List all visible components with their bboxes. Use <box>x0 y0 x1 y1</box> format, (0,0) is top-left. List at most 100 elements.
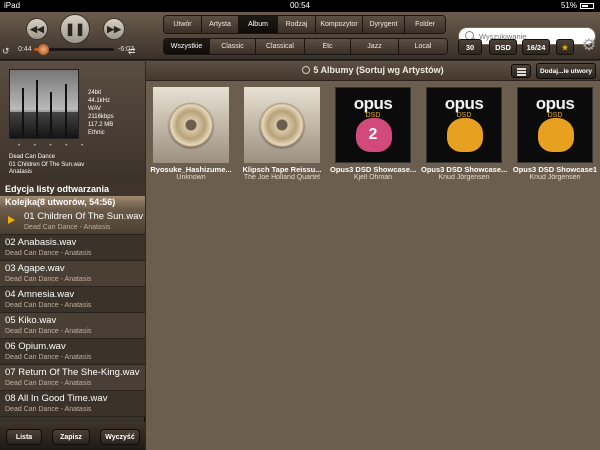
track-title: 04 Amnesia.wav <box>5 289 75 300</box>
album-tile[interactable]: opus DSD 2 Opus3 DSD Showcase... Kjell Ö… <box>330 87 416 181</box>
cover-figure <box>447 118 483 152</box>
remaining-time: -6:07 <box>118 46 134 53</box>
seek-slider[interactable] <box>34 44 114 55</box>
tab-dyrygent[interactable]: Dyrygent <box>363 16 405 33</box>
album-tile[interactable]: opus DSD Opus3 DSD Showcase... Knud Jörg… <box>421 87 507 181</box>
clock: 00:54 <box>289 1 311 10</box>
album-name: Opus3 DSD Showcase... <box>421 165 507 174</box>
list-item[interactable]: 06 Opium.wav Dead Can Dance - Anatasis <box>0 339 145 365</box>
list-button[interactable]: Lista <box>6 429 42 445</box>
album-artist: Unknown <box>176 174 206 181</box>
filter-tabs: Wszystkie Classic Classical Etc Jazz Loc… <box>163 38 448 55</box>
filter-all[interactable]: Wszystkie <box>164 39 210 54</box>
album-name: Opus3 DSD Showcase... <box>330 165 416 174</box>
now-playing-artist: Dead Can Dance <box>9 154 56 160</box>
battery-indicator: 51% <box>561 0 594 12</box>
list-view-icon <box>517 68 526 70</box>
meta-bitrate: 2116kbps <box>88 114 114 120</box>
track-title: 03 Agape.wav <box>5 263 65 274</box>
rating-stars[interactable]: • • • • • <box>18 143 89 149</box>
album-name: Ryosuke_Hashizume... <box>150 165 232 174</box>
previous-icon: ◀◀ <box>30 23 44 34</box>
star-icon: ★ <box>561 42 569 52</box>
now-playing-album: Anatasis <box>9 169 33 175</box>
track-title: 07 Return Of The She-King.wav <box>5 367 140 378</box>
settings-gear-icon[interactable]: ⚙ <box>581 38 597 54</box>
tab-folder[interactable]: Folder <box>405 16 445 33</box>
repeat-icon[interactable]: ↺ <box>2 46 10 57</box>
status-bar: iPad 00:54 51% <box>0 0 600 12</box>
list-item[interactable]: 08 All In Good Time.wav Dead Can Dance -… <box>0 391 145 417</box>
playlist-panel: 24bit 44.1kHz WAV 2116kbps 117.2 MB Ethn… <box>0 61 145 450</box>
filter-jazz[interactable]: Jazz <box>351 39 399 54</box>
cover-title: opus <box>535 94 575 113</box>
filter-etc[interactable]: Etc <box>305 39 351 54</box>
track-subtitle: Dead Can Dance - Anatasis <box>5 302 92 309</box>
track-title: 02 Anabasis.wav <box>5 237 77 248</box>
album-browser: 5 Albumy (Sortuj wg Artystów) Dodaj...ie… <box>146 61 600 450</box>
list-item[interactable]: 02 Anabasis.wav Dead Can Dance - Anatasi… <box>0 235 145 261</box>
tab-kompozytor[interactable]: Kompozytor <box>316 16 363 33</box>
track-meta: 24bit 44.1kHz WAV 2116kbps 117.2 MB Ethn… <box>88 89 114 137</box>
album-cover[interactable] <box>9 69 79 139</box>
bitdepth-filter-button[interactable]: 16/24 <box>522 39 550 55</box>
tab-album[interactable]: Album <box>239 16 278 33</box>
cover-title: opus <box>444 94 484 113</box>
track-subtitle: Dead Can Dance - Anatasis <box>5 250 92 257</box>
track-subtitle: Dead Can Dance - Anatasis <box>5 328 92 335</box>
cover-subtitle: DSD <box>456 112 472 119</box>
album-tile[interactable]: Ryosuke_Hashizume... Unknown <box>148 87 234 181</box>
tab-artysta[interactable]: Artysta <box>202 16 239 33</box>
filter-classical[interactable]: Classical <box>256 39 305 54</box>
track-title: 01 Children Of The Sun.wav <box>24 211 144 222</box>
favorites-star-button[interactable]: ★ <box>556 39 574 55</box>
pause-icon: ❚❚ <box>64 22 86 36</box>
count-chip[interactable]: 30 <box>458 39 482 55</box>
previous-button[interactable]: ◀◀ <box>26 18 48 40</box>
cd-icon <box>260 103 304 147</box>
add-tracks-button[interactable]: Dodaj...ie utwory <box>536 63 596 79</box>
list-item[interactable]: 05 Kiko.wav Dead Can Dance - Anatasis <box>0 313 145 339</box>
album-tile[interactable]: Klipsch Tape Reissu... The Joe Holland Q… <box>239 87 325 181</box>
album-count-title: 5 Albumy (Sortuj wg Artystów) <box>313 65 444 75</box>
pause-button[interactable]: ❚❚ <box>60 14 90 44</box>
dsd-filter-button[interactable]: DSD <box>489 39 517 55</box>
cd-icon <box>169 103 213 147</box>
track-subtitle: Dead Can Dance - Anatasis <box>5 354 92 361</box>
meta-filesize: 117.2 MB <box>88 122 114 128</box>
track-title: 05 Kiko.wav <box>5 315 57 326</box>
meta-genre: Ethnic <box>88 130 105 136</box>
cover-figure <box>538 118 574 152</box>
meta-bitdepth: 24bit <box>88 90 102 96</box>
album-name: Klipsch Tape Reissu... <box>242 165 322 174</box>
playlist-edit-header[interactable]: Edycja listy odtwarzania <box>0 182 145 196</box>
filter-classic[interactable]: Classic <box>210 39 256 54</box>
cover-subtitle: DSD <box>365 112 381 119</box>
sort-title[interactable]: 5 Albumy (Sortuj wg Artystów) <box>146 65 600 75</box>
save-button[interactable]: Zapisz <box>52 429 90 445</box>
album-artist: Kjell Öhman <box>353 174 393 181</box>
view-tabs: Utwór Artysta Album Rodzaj Kompozytor Dy… <box>163 15 446 34</box>
cover-number: 2 <box>368 126 378 143</box>
list-view-button[interactable] <box>511 64 531 78</box>
seek-thumb[interactable] <box>37 44 49 55</box>
album-artist: Knud Jörgensen <box>438 174 490 181</box>
queue-header: Kolejka(8 utworów, 54:56) <box>0 196 145 209</box>
track-list: 01 Children Of The Sun.wav Dead Can Danc… <box>0 209 145 417</box>
album-name: Opus3 DSD Showcase1 <box>512 165 598 174</box>
clear-button[interactable]: Wyczyść <box>100 429 140 445</box>
next-button[interactable]: ▶▶ <box>103 18 125 40</box>
now-playing-track: 01 Children Of The Sun.wav <box>9 161 85 168</box>
battery-icon <box>580 2 594 9</box>
list-item[interactable]: 01 Children Of The Sun.wav Dead Can Danc… <box>0 209 145 235</box>
list-item[interactable]: 07 Return Of The She-King.wav Dead Can D… <box>0 365 145 391</box>
list-item[interactable]: 04 Amnesia.wav Dead Can Dance - Anatasis <box>0 287 145 313</box>
meta-samplerate: 44.1kHz <box>88 98 111 104</box>
track-subtitle: Dead Can Dance - Anatasis <box>5 380 92 387</box>
filter-local[interactable]: Local <box>399 39 447 54</box>
tab-utwor[interactable]: Utwór <box>164 16 202 33</box>
album-artist: The Joe Holland Quartet <box>243 174 321 181</box>
list-item[interactable]: 03 Agape.wav Dead Can Dance - Anatasis <box>0 261 145 287</box>
album-tile[interactable]: opus DSD Opus3 DSD Showcase1 Knud Jörgen… <box>512 87 598 181</box>
tab-rodzaj[interactable]: Rodzaj <box>278 16 316 33</box>
